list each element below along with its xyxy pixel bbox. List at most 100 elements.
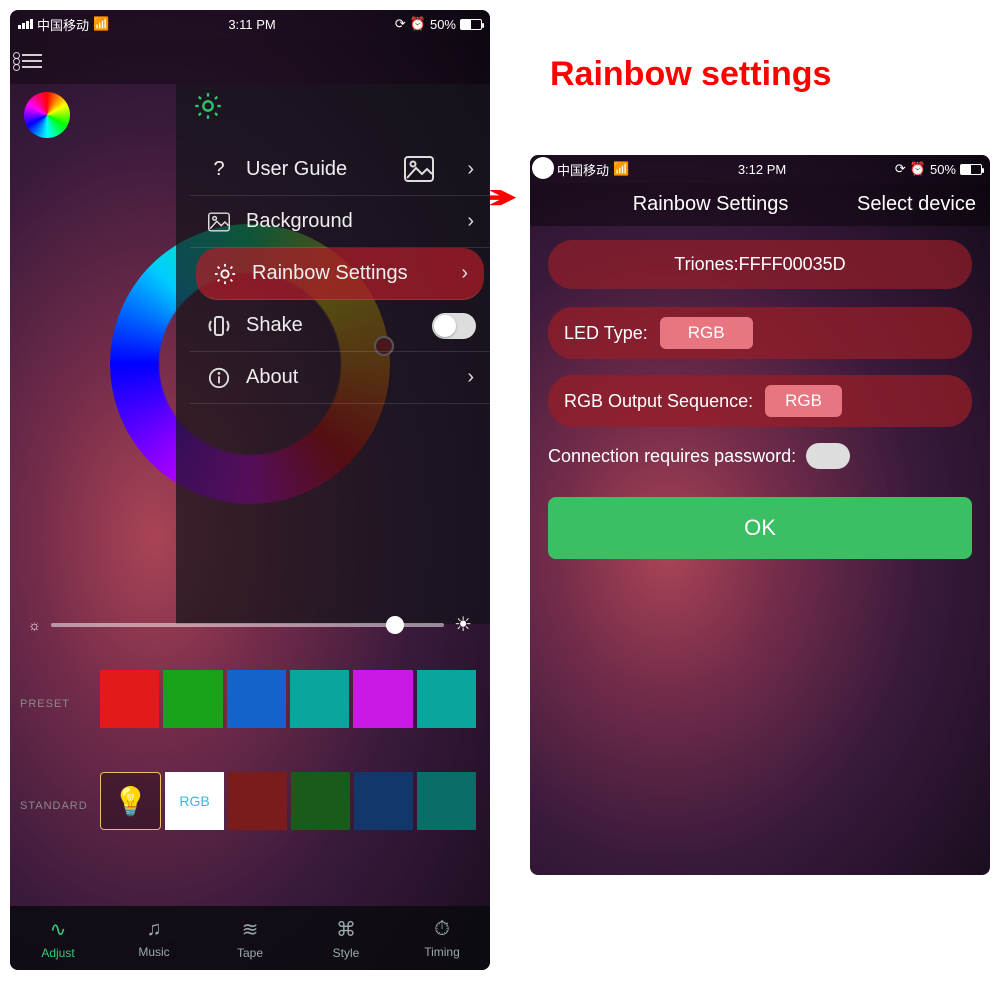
music-icon: ♫ [147, 918, 162, 941]
chevron-right-icon: › [467, 158, 474, 181]
style-icon: ⌘ [336, 917, 356, 942]
preset-label: PRESET [20, 698, 70, 710]
tab-adjust[interactable]: ∿ Adjust [10, 906, 106, 970]
orientation-lock-icon: ⟳ [395, 16, 406, 32]
menu-label: Rainbow Settings [252, 262, 408, 285]
shake-icon [206, 315, 232, 337]
brightness-slider-handle[interactable] [386, 616, 404, 634]
tab-bar: ∿ Adjust ♫ Music ≋ Tape ⌘ Style ⏱ Timing [10, 906, 490, 970]
standard-swatch[interactable] [228, 772, 287, 830]
phone-right-screen: 中国移动 📶 3:12 PM ⟳ ⏰ 50% Rainbow Settings … [530, 155, 990, 875]
menu-item-background[interactable]: Background › [190, 196, 490, 248]
wave-icon: ≋ [242, 917, 259, 942]
sliders-icon: ∿ [50, 917, 67, 942]
led-type-value[interactable]: RGB [660, 317, 753, 349]
preset-swatch[interactable] [227, 670, 286, 728]
rgb-sequence-field[interactable]: RGB Output Sequence: RGB [548, 375, 972, 427]
tab-label: Tape [237, 946, 263, 960]
color-adjust-area: ? User Guide › Background › Rainbow Sett… [10, 84, 490, 624]
carrier-label: 中国移动 [557, 160, 609, 179]
preset-swatch[interactable] [290, 670, 349, 728]
menu-item-user-guide[interactable]: ? User Guide › [190, 144, 490, 196]
standard-swatch-row: 💡 RGB [100, 772, 476, 830]
status-time: 3:11 PM [228, 17, 275, 32]
chevron-right-icon: › [467, 210, 474, 233]
led-type-label: LED Type: [564, 323, 648, 344]
connection-password-label: Connection requires password: [548, 446, 796, 467]
color-wheel-small-icon[interactable] [24, 92, 70, 138]
gear-icon[interactable] [194, 92, 222, 120]
shake-toggle[interactable] [432, 313, 476, 339]
rainbow-settings-body: Triones:FFFF00035D LED Type: RGB RGB Out… [530, 226, 990, 573]
phone-left-screen: 中国移动 📶 3:11 PM ⟳ ⏰ 50% ? User Guide › [10, 10, 490, 970]
alarm-icon: ⏰ [410, 16, 426, 32]
preset-swatch[interactable] [100, 670, 159, 728]
top-bar [10, 38, 490, 84]
standard-swatch[interactable] [291, 772, 350, 830]
rgb-sequence-label: RGB Output Sequence: [564, 391, 753, 412]
picture-icon [206, 212, 232, 232]
rgb-label: RGB [179, 793, 209, 809]
wifi-icon: 📶 [613, 161, 629, 177]
preset-swatch[interactable] [163, 670, 222, 728]
menu-label: Shake [246, 314, 303, 337]
menu-label: About [246, 366, 298, 389]
device-pill[interactable]: Triones:FFFF00035D [548, 240, 972, 289]
status-bar: 中国移动 📶 3:11 PM ⟳ ⏰ 50% [10, 10, 490, 38]
battery-pct: 50% [930, 162, 956, 177]
tab-label: Timing [424, 945, 460, 959]
battery-pct: 50% [430, 17, 456, 32]
menu-label: Background [246, 210, 353, 233]
wifi-icon: 📶 [93, 16, 109, 32]
page-title: Rainbow Settings [633, 193, 789, 216]
brightness-low-icon: ☼ [28, 617, 41, 633]
preset-swatch[interactable] [417, 670, 476, 728]
annotation-title: Rainbow settings [550, 55, 831, 94]
timer-icon: ⏱ [434, 918, 450, 941]
menu-item-rainbow-settings[interactable]: Rainbow Settings › [196, 248, 484, 300]
status-time: 3:12 PM [738, 162, 786, 177]
status-bar: 中国移动 📶 3:12 PM ⟳ ⏰ 50% [530, 155, 990, 183]
battery-icon [960, 164, 982, 175]
connection-password-toggle[interactable] [806, 443, 850, 469]
standard-label: STANDARD [20, 800, 88, 812]
menu-label: User Guide [246, 158, 347, 181]
tab-tape[interactable]: ≋ Tape [202, 906, 298, 970]
battery-icon [460, 19, 482, 30]
tab-label: Adjust [41, 946, 74, 960]
page-header: Rainbow Settings Select device [530, 183, 990, 226]
brightness-high-icon: ☀ [454, 612, 472, 637]
signal-icon [18, 19, 33, 29]
carrier-label: 中国移动 [37, 15, 89, 34]
menu-item-shake[interactable]: Shake [190, 300, 490, 352]
tab-label: Music [138, 945, 169, 959]
alarm-icon: ⏰ [910, 161, 926, 177]
tab-style[interactable]: ⌘ Style [298, 906, 394, 970]
menu-list-icon[interactable] [22, 54, 42, 68]
connection-password-row: Connection requires password: [548, 443, 972, 469]
preset-swatch[interactable] [353, 670, 412, 728]
gear-icon [212, 263, 238, 285]
brightness-slider-row: ☼ ☀ [10, 612, 490, 637]
standard-swatch[interactable] [354, 772, 413, 830]
chevron-right-icon: › [461, 262, 468, 285]
info-icon [206, 367, 232, 389]
tab-timing[interactable]: ⏱ Timing [394, 906, 490, 970]
preset-swatch-row [100, 670, 476, 728]
led-type-field[interactable]: LED Type: RGB [548, 307, 972, 359]
bulb-icon: 💡 [113, 785, 148, 818]
ok-button[interactable]: OK [548, 497, 972, 559]
tab-music[interactable]: ♫ Music [106, 906, 202, 970]
tab-label: Style [333, 946, 360, 960]
standard-swatch[interactable] [417, 772, 476, 830]
chevron-right-icon: › [467, 366, 474, 389]
help-icon: ? [206, 158, 232, 181]
orientation-lock-icon: ⟳ [895, 161, 906, 177]
brightness-slider[interactable] [51, 623, 444, 627]
settings-menu: ? User Guide › Background › Rainbow Sett… [190, 144, 490, 404]
menu-item-about[interactable]: About › [190, 352, 490, 404]
standard-bulb-swatch[interactable]: 💡 [100, 772, 161, 830]
select-device-button[interactable]: Select device [857, 193, 976, 216]
rgb-sequence-value[interactable]: RGB [765, 385, 842, 417]
standard-rgb-swatch[interactable]: RGB [165, 772, 224, 830]
